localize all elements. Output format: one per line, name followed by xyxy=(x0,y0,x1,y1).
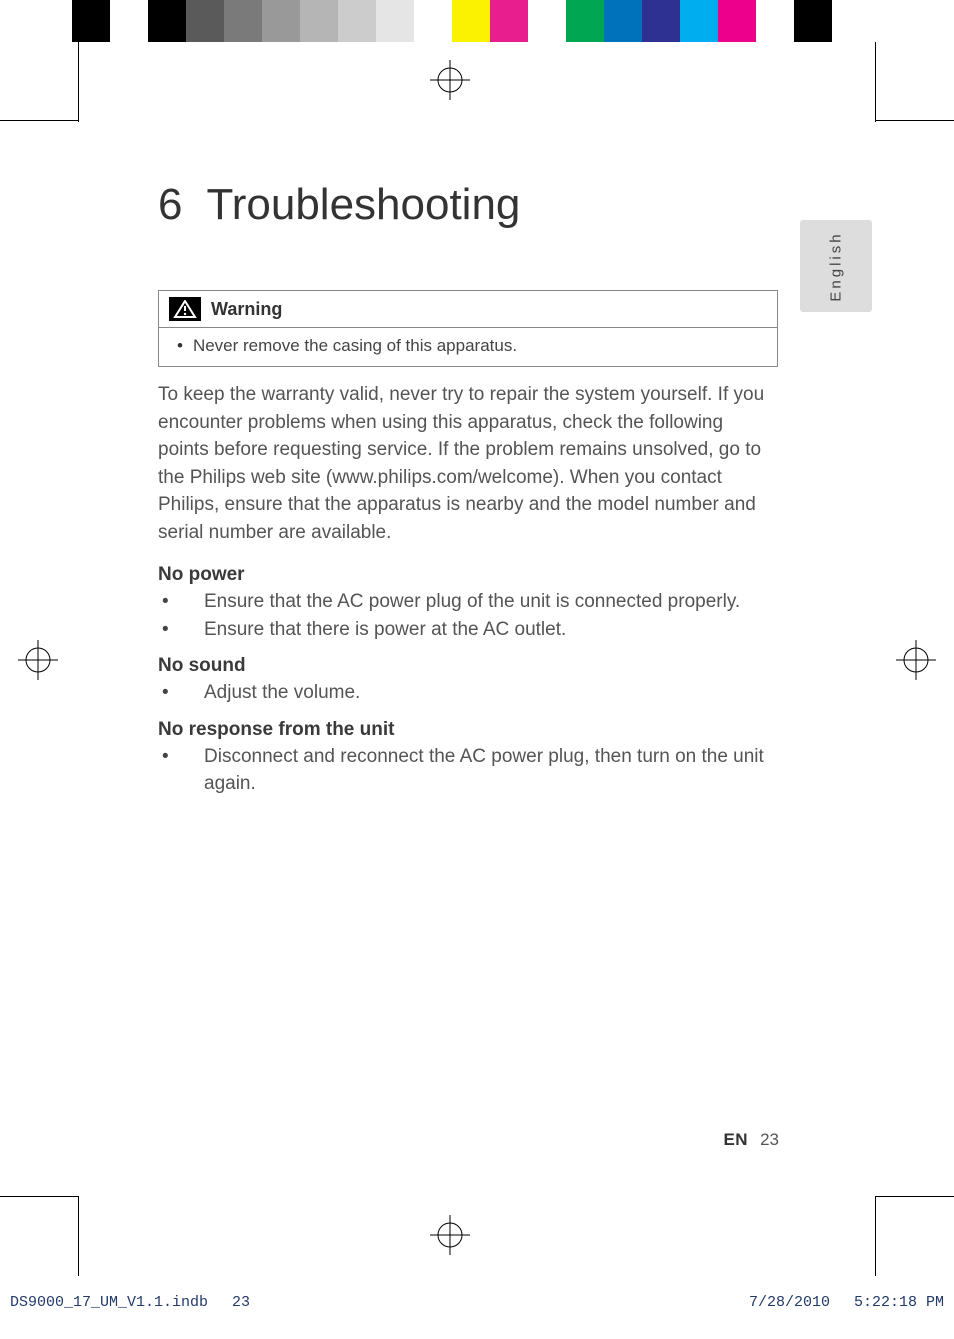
crop-mark xyxy=(875,1196,876,1276)
crop-mark xyxy=(78,1196,79,1276)
footer-lang: EN xyxy=(723,1130,748,1150)
warning-box: Warning • Never remove the casing of thi… xyxy=(158,290,778,367)
section-heading: No response from the unit xyxy=(158,719,778,741)
registration-mark-icon xyxy=(430,60,470,100)
crop-mark xyxy=(876,1196,954,1197)
file-date: 7/28/2010 xyxy=(749,1294,830,1311)
list-item: Disconnect and reconnect the AC power pl… xyxy=(158,743,778,798)
page-content: 6 Troubleshooting Warning • Never remove… xyxy=(158,180,778,810)
list-item: Ensure that the AC power plug of the uni… xyxy=(158,588,778,616)
crop-mark xyxy=(78,42,79,122)
warning-label: Warning xyxy=(211,299,282,320)
warning-header: Warning xyxy=(159,291,777,328)
file-time: 5:22:18 PM xyxy=(854,1294,944,1311)
warning-text: Never remove the casing of this apparatu… xyxy=(193,336,517,356)
chapter-title: 6 Troubleshooting xyxy=(158,180,778,230)
section-no-response: No response from the unit Disconnect and… xyxy=(158,719,778,798)
crop-mark xyxy=(876,120,954,121)
language-tab-label: English xyxy=(827,231,844,301)
file-info-bar: DS9000_17_UM_V1.1.indb 23 7/28/2010 5:22… xyxy=(10,1294,944,1311)
section-heading: No power xyxy=(158,564,778,586)
chapter-title-text: Troubleshooting xyxy=(206,180,520,230)
section-no-sound: No sound Adjust the volume. xyxy=(158,655,778,707)
section-no-power: No power Ensure that the AC power plug o… xyxy=(158,564,778,643)
crop-mark xyxy=(875,42,876,122)
registration-mark-icon xyxy=(430,1215,470,1255)
warning-icon xyxy=(169,297,201,321)
file-page: 23 xyxy=(232,1294,250,1311)
file-name: DS9000_17_UM_V1.1.indb xyxy=(10,1294,208,1311)
footer-page-number: 23 xyxy=(760,1130,779,1150)
page-footer: EN 23 xyxy=(723,1130,779,1150)
language-tab: English xyxy=(800,220,872,312)
list-item: Adjust the volume. xyxy=(158,679,778,707)
registration-mark-icon xyxy=(896,640,936,680)
printer-color-bar xyxy=(72,0,832,42)
registration-mark-icon xyxy=(18,640,58,680)
crop-mark xyxy=(0,1196,78,1197)
intro-paragraph: To keep the warranty valid, never try to… xyxy=(158,381,778,546)
chapter-number: 6 xyxy=(158,180,182,230)
list-item: Ensure that there is power at the AC out… xyxy=(158,616,778,644)
section-heading: No sound xyxy=(158,655,778,677)
warning-body: • Never remove the casing of this appara… xyxy=(159,328,777,366)
crop-mark xyxy=(0,120,78,121)
